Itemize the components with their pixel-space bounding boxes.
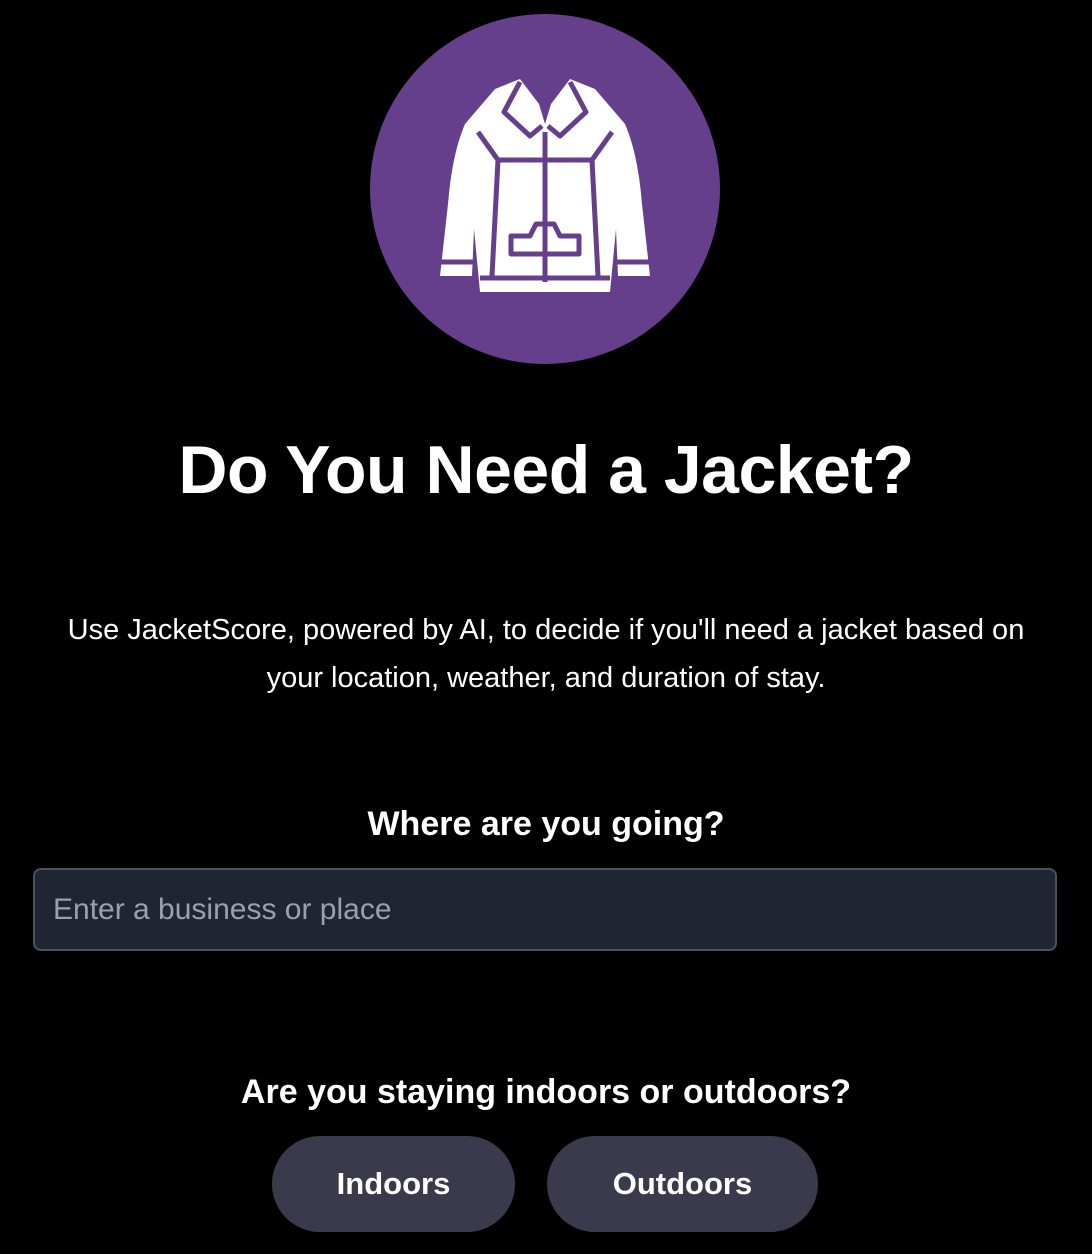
place-search-box[interactable] [33, 868, 1057, 951]
indoors-button[interactable]: Indoors [272, 1136, 515, 1232]
place-search-input[interactable] [35, 870, 1055, 949]
app-logo [370, 14, 720, 364]
outdoors-button[interactable]: Outdoors [547, 1136, 818, 1232]
page-title: Do You Need a Jacket? [178, 432, 914, 508]
setting-question: Are you staying indoors or outdoors? [240, 1073, 852, 1111]
jacket-icon [440, 79, 650, 292]
page-description: Use JacketScore, powered by AI, to decid… [67, 614, 1025, 694]
destination-question: Where are you going? [367, 805, 725, 843]
